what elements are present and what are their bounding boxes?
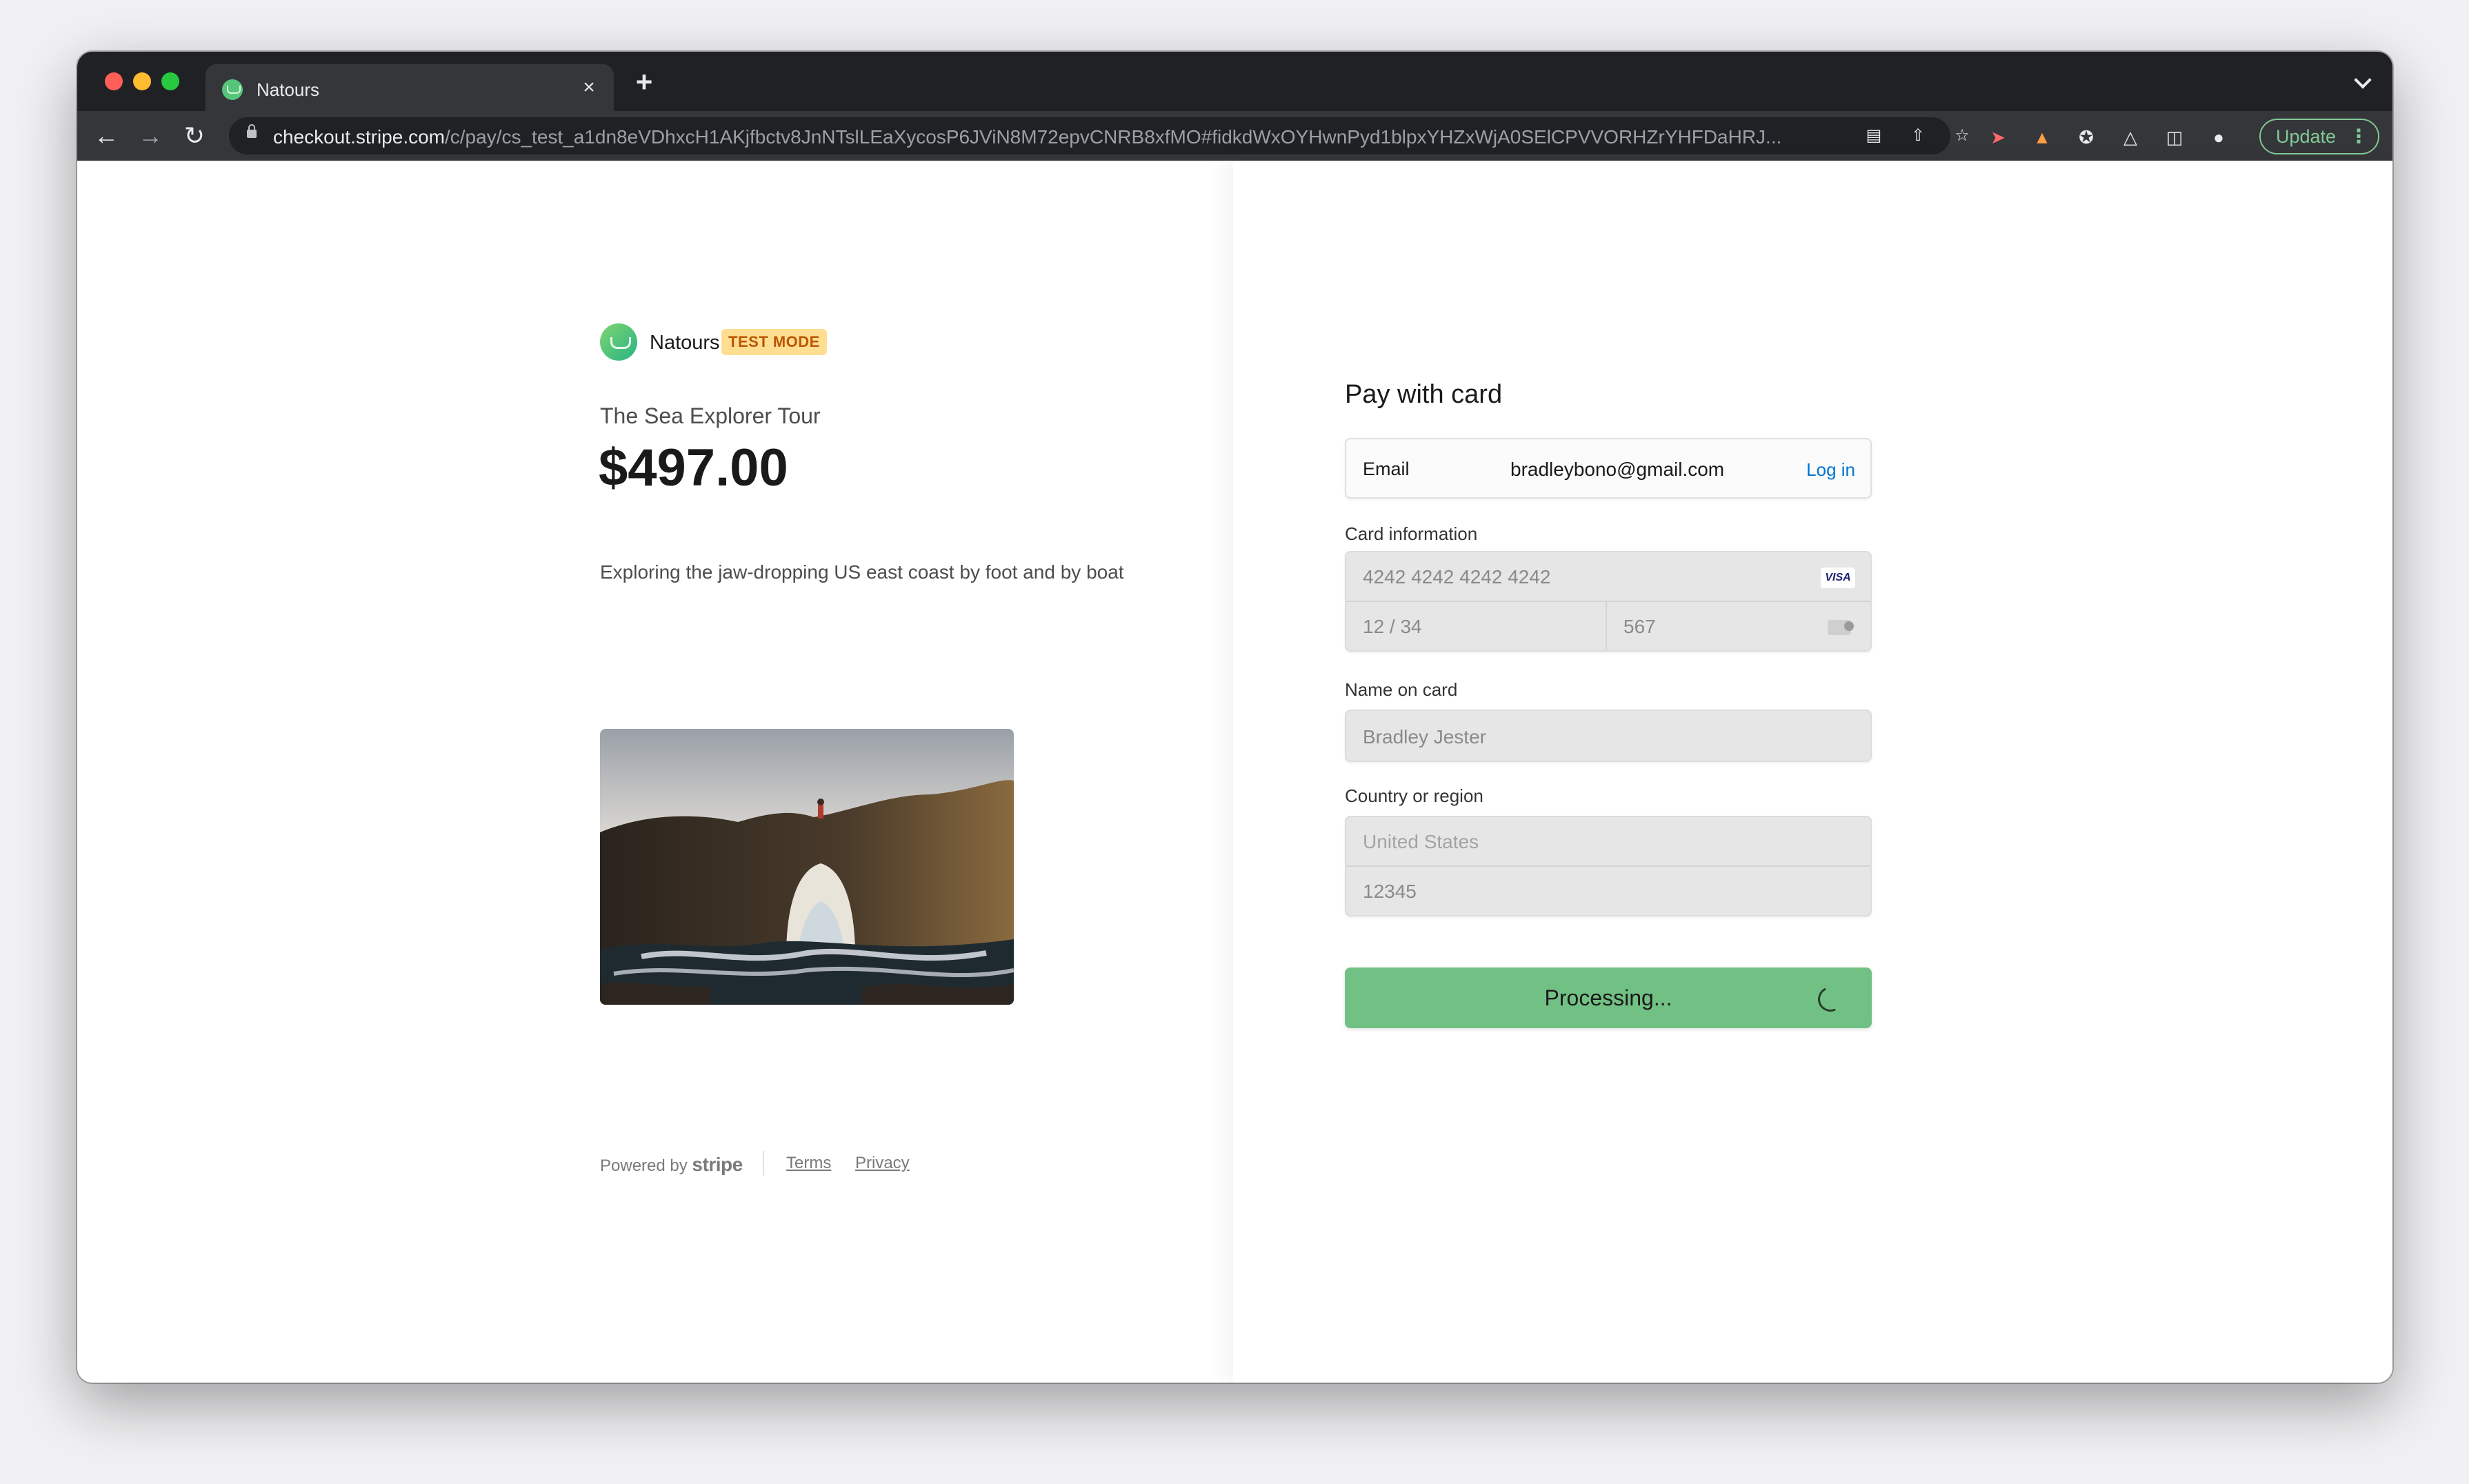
country-region-label: Country or region [1345,785,1483,806]
test-mode-badge: TEST MODE [721,329,827,355]
close-window-button[interactable] [105,72,123,90]
share-icon[interactable]: ⇧ [1908,126,1928,146]
terms-link[interactable]: Terms [786,1154,831,1173]
visa-icon: VISA [1821,568,1855,588]
email-label: Email [1363,459,1410,479]
stripe-logo[interactable]: stripe [692,1154,743,1175]
url-host: checkout.stripe.com [273,126,445,148]
profile-icon[interactable]: ● [2207,126,2230,148]
tab-title: Natours [257,79,320,100]
star-icon[interactable]: ☆ [1952,126,1972,146]
name-on-card-label: Name on card [1345,679,1458,700]
address-bar[interactable]: checkout.stripe.com/c/pay/cs_test_a1dn8e… [229,117,1970,154]
browser-toolbar: ← → ↻ checkout.stripe.com/c/pay/cs_test_… [77,111,2392,161]
postal-code-input[interactable]: 12345 [1346,867,1870,915]
pay-button[interactable]: Processing... [1345,967,1872,1028]
minimize-window-button[interactable] [133,72,151,90]
card-number-input[interactable]: 4242 4242 4242 4242 VISA [1346,552,1870,602]
card-information-group: 4242 4242 4242 4242 VISA 12 / 34 567 [1345,551,1872,652]
footer-divider [763,1151,764,1176]
url-path: /c/pay/cs_test_a1dn8eVDhxcH1AKjfbctv8JnN… [445,126,1782,148]
tab-bar: Natours × + [77,52,2392,111]
card-expiry-value: 12 / 34 [1363,616,1422,637]
lock-icon[interactable] [247,124,257,138]
name-on-card-input[interactable]: Bradley Jester [1345,710,1872,762]
email-field[interactable]: Email bradleybono@gmail.com Log in [1345,438,1872,499]
browser-window: Natours × + ← → ↻ checkout.stripe.com/c/… [77,52,2392,1383]
back-arrow-icon[interactable]: ← [91,121,121,151]
url-text[interactable]: checkout.stripe.com/c/pay/cs_test_a1dn8e… [273,126,1846,148]
new-tab-button[interactable]: + [630,68,658,97]
log-in-link[interactable]: Log in [1806,459,1855,481]
extension-orange-icon[interactable]: ▲ [2030,126,2054,148]
tab-close-icon[interactable]: × [577,75,601,100]
country-value: United States [1363,831,1479,852]
email-value: bradleybono@gmail.com [1510,459,1725,480]
merchant-logo-icon [600,323,637,361]
name-on-card-value: Bradley Jester [1363,726,1486,748]
update-label: Update [2276,126,2337,147]
product-image [600,729,1014,1005]
checkout-page: Natours TEST MODE The Sea Explorer Tour … [77,161,2392,1383]
reload-icon[interactable]: ↻ [179,121,210,151]
checkout-footer: Powered by stripe Terms Privacy [600,1148,1014,1176]
form-title: Pay with card [1345,380,1503,409]
forward-arrow-icon[interactable]: → [135,121,166,151]
product-description: Exploring the jaw-dropping US east coast… [600,561,1124,583]
card-expiry-cvc-row: 12 / 34 567 [1346,602,1870,650]
card-information-label: Card information [1345,523,1478,544]
powered-by-text: Powered by [600,1156,688,1175]
pay-button-label: Processing... [1544,985,1672,1010]
flask-icon[interactable]: △ [2119,126,2142,148]
card-cvc-input[interactable]: 567 [1607,602,1870,650]
cvc-card-icon [1828,620,1854,635]
product-price: $497.00 [599,439,788,497]
card-number-value: 4242 4242 4242 4242 [1363,566,1551,588]
sidebar-icon[interactable]: ◫ [2163,126,2186,148]
browser-tab[interactable]: Natours × [206,64,614,111]
menu-dots-icon[interactable]: ⋮ [2349,120,2368,153]
postal-code-value: 12345 [1363,881,1417,902]
product-name: The Sea Explorer Tour [600,403,821,428]
privacy-link[interactable]: Privacy [855,1154,910,1173]
country-select[interactable]: United States [1346,817,1870,867]
payment-panel [1233,161,2392,1383]
powered-by: Powered by stripe [600,1154,743,1176]
maximize-window-button[interactable] [161,72,179,90]
merchant-name: Natours [650,332,720,354]
favicon-icon [222,79,243,100]
card-icon[interactable]: ▤ [1863,126,1884,146]
puzzle-icon[interactable]: ✪ [2075,126,2098,148]
card-cvc-value: 567 [1623,616,1656,637]
card-expiry-input[interactable]: 12 / 34 [1346,602,1607,650]
extension-red-icon[interactable]: ➤ [1986,126,2010,148]
country-region-group: United States 12345 [1345,816,1872,916]
tab-search-chevron-icon[interactable] [2350,70,2375,94]
update-button[interactable]: Update ⋮ [2259,119,2379,154]
